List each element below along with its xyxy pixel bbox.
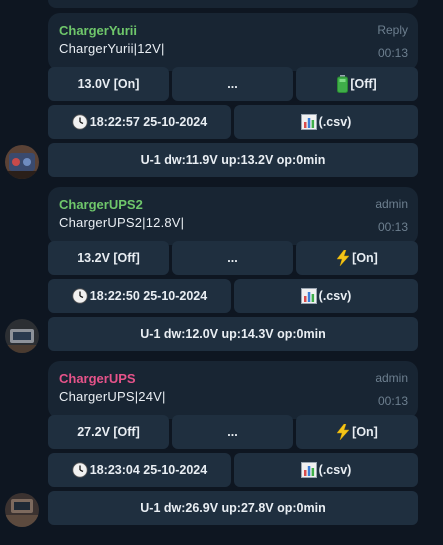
button-row-3: U-1 dw:26.9V up:27.8V op:0min <box>48 491 418 525</box>
reply-label[interactable]: Reply <box>377 23 408 37</box>
button-row-1: 27.2V [Off] ... [On] <box>48 415 418 449</box>
lightning-icon <box>336 250 350 266</box>
admin-label: admin <box>375 197 408 211</box>
csv-button[interactable]: (.csv) <box>234 453 418 487</box>
message-text: ChargerYurii|12V| <box>59 41 165 56</box>
button-row-2: 18:22:57 25-10-2024 (.csv) <box>48 105 418 139</box>
more-button[interactable]: ... <box>172 415 293 449</box>
message-charger-yurii: ChargerYurii Reply ChargerYurii|12V| 00:… <box>48 13 418 177</box>
voltage-label: 13.2V [Off] <box>77 251 140 265</box>
csv-label: (.csv) <box>318 115 352 129</box>
timestamp-label: 18:23:04 25-10-2024 <box>89 463 208 477</box>
message-text: ChargerUPS|24V| <box>59 389 166 404</box>
csv-button[interactable]: (.csv) <box>234 279 418 313</box>
bar-chart-icon <box>300 114 317 130</box>
summary-button[interactable]: U-1 dw:26.9V up:27.8V op:0min <box>48 491 418 525</box>
admin-label: admin <box>375 371 408 385</box>
voltage-button[interactable]: 27.2V [Off] <box>48 415 169 449</box>
summary-label: U-1 dw:12.0V up:14.3V op:0min <box>140 327 326 341</box>
csv-label: (.csv) <box>318 289 352 303</box>
sender-name[interactable]: ChargerUPS <box>59 371 136 386</box>
more-button[interactable]: ... <box>172 67 293 101</box>
message-charger-ups2: ChargerUPS2 admin ChargerUPS2|12.8V| 00:… <box>48 187 418 351</box>
status-button[interactable]: [On] <box>296 415 418 449</box>
more-label: ... <box>227 425 238 439</box>
more-button[interactable]: ... <box>172 241 293 275</box>
status-label: [On] <box>352 425 378 439</box>
button-row-2: 18:22:50 25-10-2024 (.csv) <box>48 279 418 313</box>
message-text: ChargerUPS2|12.8V| <box>59 215 185 230</box>
voltage-button[interactable]: 13.0V [On] <box>48 67 169 101</box>
clock-icon <box>72 462 88 478</box>
status-label: [On] <box>352 251 378 265</box>
message-bubble: ChargerUPS2 admin ChargerUPS2|12.8V| 00:… <box>48 187 418 245</box>
summary-label: U-1 dw:26.9V up:27.8V op:0min <box>140 501 326 515</box>
csv-label: (.csv) <box>318 463 352 477</box>
csv-button[interactable]: (.csv) <box>234 105 418 139</box>
voltage-label: 13.0V [On] <box>77 77 140 91</box>
button-row-3: U-1 dw:12.0V up:14.3V op:0min <box>48 317 418 351</box>
avatar[interactable] <box>5 319 39 353</box>
message-charger-ups: ChargerUPS admin ChargerUPS|24V| 00:13 2… <box>48 361 418 525</box>
timestamp-label: 18:22:50 25-10-2024 <box>89 289 208 303</box>
previous-message-edge <box>48 0 418 8</box>
button-row-2: 18:23:04 25-10-2024 (.csv) <box>48 453 418 487</box>
more-label: ... <box>227 251 238 265</box>
button-row-1: 13.2V [Off] ... [On] <box>48 241 418 275</box>
bar-chart-icon <box>300 288 317 304</box>
avatar[interactable] <box>5 145 39 179</box>
status-button[interactable]: [Off] <box>296 67 418 101</box>
status-label: [Off] <box>350 77 377 91</box>
timestamp-button[interactable]: 18:23:04 25-10-2024 <box>48 453 231 487</box>
button-row-3: U-1 dw:11.9V up:13.2V op:0min <box>48 143 418 177</box>
summary-label: U-1 dw:11.9V up:13.2V op:0min <box>140 153 326 167</box>
message-time: 00:13 <box>377 46 408 60</box>
message-time: 00:13 <box>377 220 408 234</box>
button-row-1: 13.0V [On] ... [Off] <box>48 67 418 101</box>
bar-chart-icon <box>300 462 317 478</box>
battery-icon <box>337 75 349 93</box>
summary-button[interactable]: U-1 dw:11.9V up:13.2V op:0min <box>48 143 418 177</box>
timestamp-label: 18:22:57 25-10-2024 <box>89 115 208 129</box>
status-button[interactable]: [On] <box>296 241 418 275</box>
clock-icon <box>72 114 88 130</box>
timestamp-button[interactable]: 18:22:50 25-10-2024 <box>48 279 231 313</box>
avatar[interactable] <box>5 493 39 527</box>
voltage-button[interactable]: 13.2V [Off] <box>48 241 169 275</box>
voltage-label: 27.2V [Off] <box>77 425 140 439</box>
more-label: ... <box>227 77 238 91</box>
summary-button[interactable]: U-1 dw:12.0V up:14.3V op:0min <box>48 317 418 351</box>
message-bubble: ChargerUPS admin ChargerUPS|24V| 00:13 <box>48 361 418 419</box>
sender-name[interactable]: ChargerUPS2 <box>59 197 143 212</box>
message-time: 00:13 <box>377 394 408 408</box>
timestamp-button[interactable]: 18:22:57 25-10-2024 <box>48 105 231 139</box>
sender-name[interactable]: ChargerYurii <box>59 23 137 38</box>
message-bubble: ChargerYurii Reply ChargerYurii|12V| 00:… <box>48 13 418 71</box>
lightning-icon <box>336 424 350 440</box>
clock-icon <box>72 288 88 304</box>
